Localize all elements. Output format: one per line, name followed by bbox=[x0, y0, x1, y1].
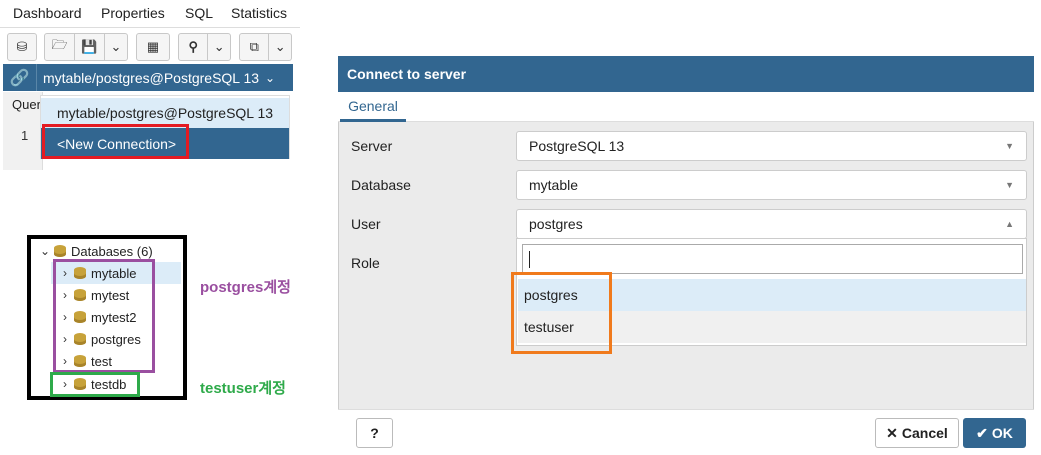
highlight-box-green bbox=[50, 372, 140, 397]
chevron-down-icon: ⌄ bbox=[265, 70, 276, 85]
user-label: User bbox=[351, 216, 381, 232]
dropdown-item-label: mytable/postgres@PostgreSQL 13 bbox=[57, 105, 274, 121]
query-panel: Quer 1 bbox=[3, 92, 43, 170]
server-select[interactable]: PostgreSQL 13 ▼ bbox=[516, 131, 1027, 161]
user-search-input[interactable] bbox=[522, 244, 1023, 274]
database-value: mytable bbox=[529, 177, 579, 193]
dialog-header: Connect to server bbox=[338, 56, 1034, 92]
grid-button[interactable]: ▦ bbox=[136, 33, 170, 61]
database-button[interactable]: ⛁ bbox=[7, 33, 37, 61]
tab-sql[interactable]: SQL bbox=[185, 5, 213, 21]
text-cursor bbox=[529, 251, 530, 268]
connection-link-icon: 🔗 bbox=[3, 64, 37, 91]
chevron-down-icon[interactable]: ⌄ bbox=[105, 34, 127, 60]
file-button-group[interactable]: 🗁 💾 ⌄ bbox=[44, 33, 128, 61]
chevron-down-icon[interactable]: ⌄ bbox=[208, 34, 230, 60]
dialog-title: Connect to server bbox=[347, 66, 467, 82]
server-label: Server bbox=[351, 138, 393, 154]
tab-statistics[interactable]: Statistics bbox=[231, 5, 287, 21]
menu-bar: Dashboard Properties SQL Statistics bbox=[0, 0, 300, 28]
connection-bar[interactable]: 🔗 mytable/postgres@PostgreSQL 13 ⌄ bbox=[3, 64, 293, 91]
tab-general[interactable]: General bbox=[340, 92, 406, 122]
chevron-down-icon[interactable]: ⌄ bbox=[269, 34, 291, 60]
database-icon: ⛁ bbox=[16, 39, 28, 54]
ok-button[interactable]: ✔ OK bbox=[963, 418, 1026, 448]
ok-label: OK bbox=[991, 425, 1013, 441]
copy-button-group[interactable]: ⧉ ⌄ bbox=[239, 33, 292, 61]
chevron-down-icon[interactable]: ⌄ bbox=[37, 244, 53, 258]
database-icon bbox=[53, 245, 67, 257]
check-icon: ✔ bbox=[976, 424, 988, 441]
tree-panel: ⌄ Databases (6) › mytable › mytest › myt… bbox=[27, 235, 187, 400]
tab-properties[interactable]: Properties bbox=[101, 5, 165, 21]
close-icon: ✕ bbox=[886, 424, 898, 441]
help-label: ? bbox=[370, 425, 379, 441]
tree-root-label: Databases (6) bbox=[71, 243, 153, 259]
user-value: postgres bbox=[529, 216, 583, 232]
highlight-box-red bbox=[42, 124, 189, 159]
grid-icon: ▦ bbox=[146, 39, 160, 54]
query-tab[interactable]: Quer bbox=[12, 97, 41, 112]
tree-databases[interactable]: ⌄ Databases (6) bbox=[37, 241, 153, 261]
open-folder-icon[interactable]: 🗁 bbox=[45, 34, 75, 60]
connection-label: mytable/postgres@PostgreSQL 13 bbox=[43, 69, 260, 86]
copy-icon[interactable]: ⧉ bbox=[240, 34, 270, 60]
search-button-group[interactable]: ⚲ ⌄ bbox=[178, 33, 231, 61]
caret-up-icon: ▲ bbox=[1005, 219, 1014, 229]
tab-dashboard[interactable]: Dashboard bbox=[13, 5, 82, 21]
save-icon[interactable]: 💾 bbox=[75, 34, 105, 60]
annotation-postgres: postgres계정 bbox=[200, 279, 291, 296]
help-button[interactable]: ? bbox=[356, 418, 393, 448]
user-select[interactable]: postgres ▲ bbox=[516, 209, 1027, 239]
highlight-box-purple bbox=[53, 259, 155, 373]
tab-general-label: General bbox=[348, 97, 398, 114]
database-label: Database bbox=[351, 177, 411, 193]
caret-down-icon: ▼ bbox=[1005, 180, 1014, 190]
annotation-testuser: testuser계정 bbox=[200, 380, 286, 397]
database-select[interactable]: mytable ▼ bbox=[516, 170, 1027, 200]
highlight-box-orange bbox=[511, 272, 612, 354]
role-label: Role bbox=[351, 255, 380, 271]
server-value: PostgreSQL 13 bbox=[529, 138, 625, 154]
cancel-button[interactable]: ✕ Cancel bbox=[875, 418, 959, 448]
dialog-tabbar bbox=[338, 92, 1034, 122]
cancel-label: Cancel bbox=[901, 425, 948, 441]
line-number: 1 bbox=[21, 128, 29, 143]
caret-down-icon: ▼ bbox=[1005, 141, 1014, 151]
search-icon[interactable]: ⚲ bbox=[179, 34, 209, 60]
